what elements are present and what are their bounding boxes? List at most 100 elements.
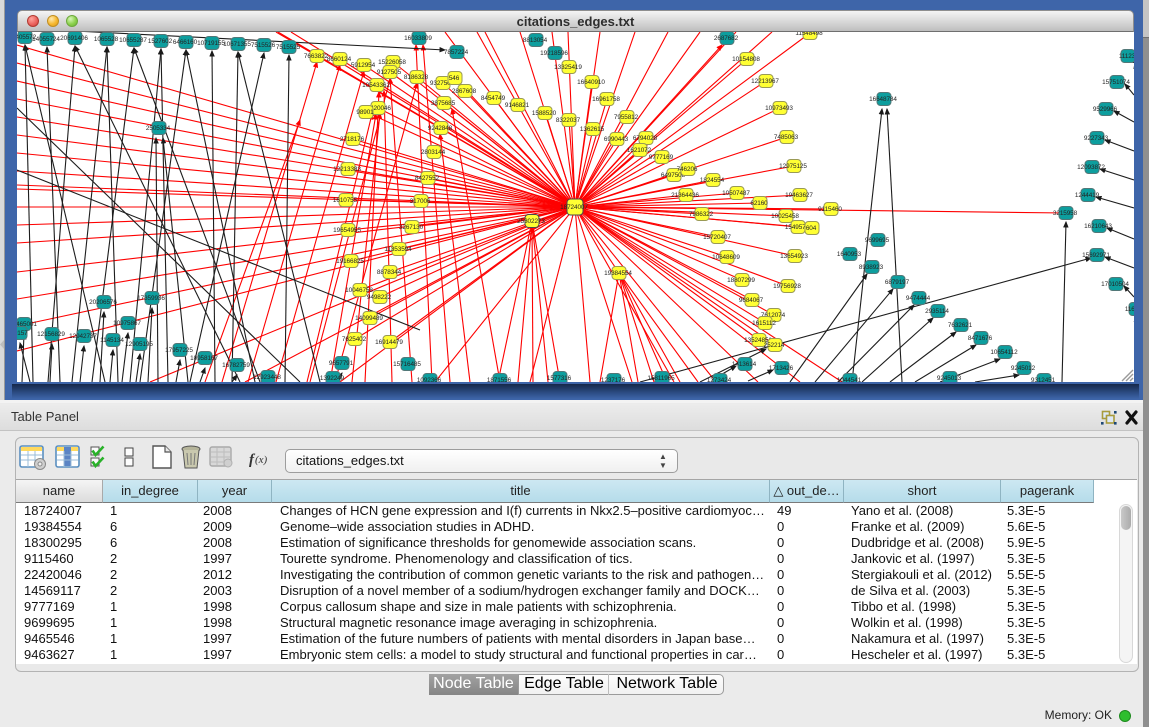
svg-text:19463627: 19463627 (785, 192, 813, 199)
svg-text:10046758: 10046758 (345, 287, 373, 294)
svg-text:9127505: 9127505 (377, 69, 402, 76)
svg-text:16782759: 16782759 (222, 362, 250, 369)
svg-text:13325419: 13325419 (554, 64, 582, 71)
svg-text:10655287: 10655287 (119, 37, 147, 44)
svg-text:11548498: 11548498 (795, 32, 823, 37)
svg-text:12213383: 12213383 (333, 166, 361, 173)
svg-text:18807299: 18807299 (727, 277, 755, 284)
svg-text:6466160: 6466160 (173, 39, 198, 46)
svg-text:1237176: 1237176 (601, 377, 626, 382)
svg-text:1621072: 1621072 (627, 147, 652, 154)
svg-text:98901: 98901 (356, 109, 374, 116)
svg-text:15716485: 15716485 (393, 361, 421, 368)
svg-text:8813054: 8813054 (523, 37, 548, 44)
svg-text:10654112: 10654112 (990, 349, 1018, 356)
svg-text:39157: 39157 (17, 330, 28, 337)
svg-text:9312451: 9312451 (1031, 377, 1056, 382)
svg-text:3267130: 3267130 (399, 224, 424, 231)
svg-text:7515525: 7515525 (276, 44, 301, 51)
svg-text:8186328: 8186328 (404, 74, 429, 81)
svg-text:12093872: 12093872 (1077, 164, 1105, 171)
svg-text:15751074: 15751074 (1102, 79, 1130, 86)
svg-text:7986322: 7986322 (689, 211, 714, 218)
svg-text:7955812: 7955812 (614, 114, 639, 121)
svg-text:16961758: 16961758 (592, 96, 620, 103)
svg-text:10648609: 10648609 (712, 254, 740, 261)
svg-text:19654955: 19654955 (333, 227, 361, 234)
svg-text:8938923: 8938923 (859, 264, 884, 271)
svg-text:17010504: 17010504 (1101, 281, 1129, 288)
svg-text:1577316: 1577316 (547, 375, 572, 382)
svg-text:12905195: 12905195 (125, 341, 153, 348)
svg-text:7625402: 7625402 (342, 336, 367, 343)
svg-text:18724007: 18724007 (560, 204, 588, 211)
svg-text:12975125: 12975125 (779, 163, 807, 170)
svg-text:19218596: 19218596 (540, 50, 568, 57)
svg-text:16914479: 16914479 (375, 339, 403, 346)
svg-text:1527602: 1527602 (148, 38, 173, 45)
svg-text:2803144: 2803144 (421, 149, 446, 156)
svg-text:1362615: 1362615 (580, 126, 605, 133)
svg-text:14099489: 14099489 (355, 315, 383, 322)
svg-text:2687682: 2687682 (714, 35, 739, 42)
svg-text:9657791: 9657791 (329, 360, 354, 367)
svg-text:9242848: 9242848 (428, 125, 453, 132)
svg-text:15692971: 15692971 (1082, 252, 1110, 259)
svg-text:2505334: 2505334 (146, 125, 171, 132)
svg-text:317006: 317006 (410, 198, 431, 205)
svg-text:5912954: 5912954 (351, 62, 376, 69)
svg-text:16210643: 16210643 (1084, 223, 1112, 230)
svg-text:116753: 116753 (1125, 306, 1134, 313)
svg-text:12156829: 12156829 (37, 331, 65, 338)
svg-text:2718176: 2718176 (340, 136, 365, 143)
svg-text:11353594: 11353594 (384, 246, 412, 253)
svg-text:16033809: 16033809 (404, 35, 432, 42)
svg-text:9777169: 9777169 (649, 154, 674, 161)
svg-text:19384554: 19384554 (604, 270, 632, 277)
svg-text:9684067: 9684067 (739, 297, 764, 304)
svg-text:10719155: 10719155 (197, 40, 225, 47)
svg-text:1413614: 1413614 (732, 361, 757, 368)
svg-text:21364436: 21364436 (671, 192, 699, 199)
svg-text:9146821: 9146821 (505, 102, 530, 109)
svg-text:1640953: 1640953 (837, 251, 862, 258)
svg-text:9245012: 9245012 (1011, 365, 1036, 372)
svg-text:2867608: 2867608 (452, 88, 477, 95)
svg-text:546: 546 (449, 75, 460, 82)
svg-text:20206576: 20206576 (89, 299, 117, 306)
svg-text:8660124: 8660124 (327, 56, 352, 63)
svg-text:16648784: 16648784 (869, 96, 897, 103)
svg-text:1273424: 1273424 (707, 377, 732, 382)
svg-text:13654923: 13654923 (780, 253, 808, 260)
svg-text:12923448: 12923448 (253, 374, 281, 381)
svg-text:9474444: 9474444 (906, 295, 931, 302)
svg-text:10507487: 10507487 (722, 190, 750, 197)
svg-text:9245013: 9245013 (937, 375, 962, 382)
svg-text:1244419: 1244419 (1075, 192, 1100, 199)
svg-text:6879197: 6879197 (885, 279, 910, 286)
svg-text:10958167: 10958167 (190, 355, 218, 362)
svg-text:2935114: 2935114 (925, 308, 949, 315)
svg-text:6794028: 6794028 (633, 135, 658, 142)
svg-text:17957225: 17957225 (165, 347, 193, 354)
svg-text:252214: 252214 (764, 342, 785, 349)
svg-text:8471676: 8471676 (968, 335, 993, 342)
svg-text:1871556: 1871556 (487, 377, 512, 382)
svg-text:15720407: 15720407 (703, 234, 731, 241)
svg-text:25302273: 25302273 (517, 218, 545, 225)
svg-text:20691406: 20691406 (60, 35, 88, 42)
svg-text:10973493: 10973493 (765, 105, 793, 112)
svg-text:3215958: 3215958 (1053, 210, 1078, 217)
svg-text:9699695: 9699695 (865, 237, 890, 244)
svg-text:746206: 746206 (677, 166, 698, 173)
svg-text:10025458: 10025458 (771, 213, 799, 220)
svg-text:604: 604 (806, 225, 817, 232)
svg-text:11123: 11123 (1119, 53, 1134, 60)
svg-text:1065528: 1065528 (94, 36, 119, 43)
svg-text:10154808: 10154808 (732, 56, 760, 63)
svg-text:12942737: 12942737 (69, 333, 97, 340)
svg-text:10543362: 10543362 (362, 82, 390, 89)
svg-text:10671355: 10671355 (223, 41, 251, 48)
svg-text:7632621: 7632621 (948, 322, 973, 329)
svg-text:9115460: 9115460 (818, 206, 842, 213)
